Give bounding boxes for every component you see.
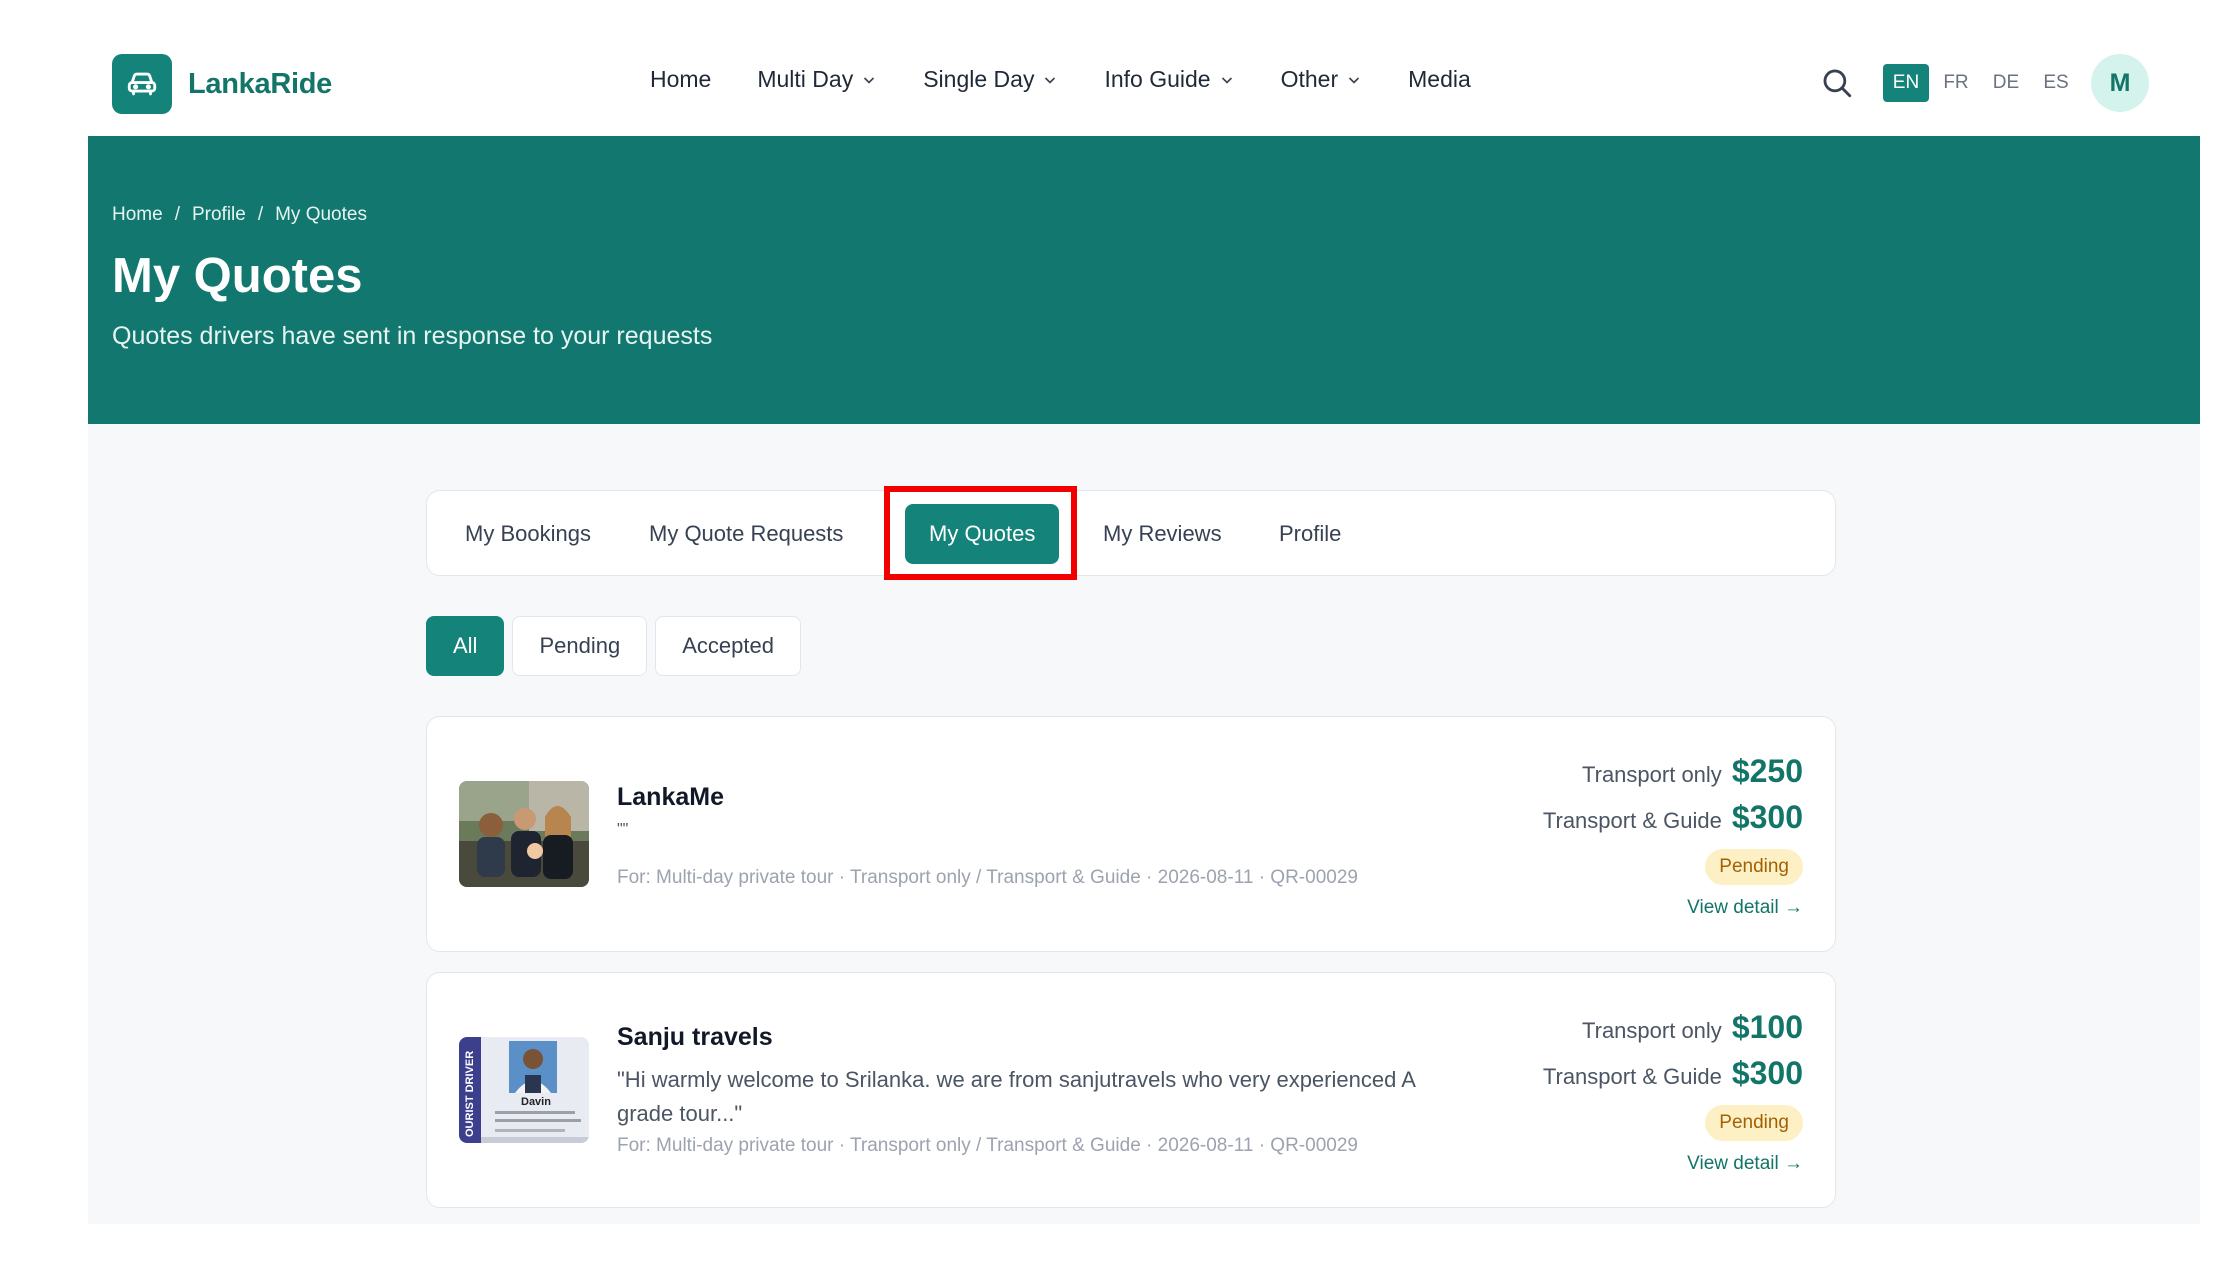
chevron-down-icon bbox=[1045, 76, 1056, 84]
quote-card: OURIST DRIVER Davin Sanju travels "Hi wa… bbox=[426, 972, 1836, 1208]
guide-label: Transport & Guide bbox=[1542, 1064, 1722, 1089]
id-card-name: Davin bbox=[521, 1096, 551, 1108]
transport-price-row: Transport only $100 bbox=[1543, 1009, 1803, 1055]
tab-my-reviews[interactable]: My Reviews bbox=[1103, 491, 1222, 577]
profile-tabs: My Bookings My Quote Requests My Quotes … bbox=[426, 490, 1836, 576]
chevron-down-icon bbox=[864, 76, 875, 84]
guide-label: Transport & Guide bbox=[1542, 808, 1722, 833]
nav-media[interactable]: Media bbox=[1408, 66, 1471, 93]
status-filters: All Pending Accepted bbox=[426, 616, 801, 676]
filter-all[interactable]: All bbox=[426, 616, 505, 676]
guide-price-row: Transport & Guide $300 bbox=[1543, 1055, 1803, 1101]
page-subtitle: Quotes drivers have sent in response to … bbox=[112, 322, 713, 350]
breadcrumb-home[interactable]: Home bbox=[112, 204, 163, 226]
lang-fr[interactable]: FR bbox=[1935, 64, 1977, 102]
chevron-down-icon bbox=[1221, 76, 1232, 84]
guide-price: $300 bbox=[1731, 1055, 1803, 1091]
breadcrumb-profile[interactable]: Profile bbox=[192, 204, 246, 226]
transport-price: $250 bbox=[1731, 753, 1803, 789]
breadcrumb-separator: / bbox=[174, 204, 180, 225]
lang-es[interactable]: ES bbox=[2035, 64, 2077, 102]
main-content: My Bookings My Quote Requests My Quotes … bbox=[88, 424, 2200, 1224]
breadcrumb: Home / Profile / My Quotes bbox=[112, 204, 367, 226]
nav-multi-day[interactable]: Multi Day bbox=[757, 66, 877, 93]
car-icon bbox=[112, 54, 172, 114]
lang-en[interactable]: EN bbox=[1883, 64, 1929, 102]
user-avatar[interactable]: M bbox=[2091, 54, 2149, 112]
tab-profile[interactable]: Profile bbox=[1279, 491, 1341, 577]
search-icon[interactable] bbox=[1820, 66, 1854, 100]
price-block: Transport only $100 Transport & Guide $3… bbox=[1543, 1009, 1803, 1175]
status-badge: Pending bbox=[1705, 1105, 1803, 1141]
driver-name: Sanju travels bbox=[617, 1023, 773, 1051]
chevron-down-icon bbox=[1349, 76, 1360, 84]
filter-pending[interactable]: Pending bbox=[512, 616, 648, 676]
view-detail-link[interactable]: View detail → bbox=[1543, 897, 1803, 919]
quote-meta: For: Multi-day private tour · Transport … bbox=[617, 1135, 1358, 1156]
quote-message: "Hi warmly welcome to Srilanka. we are f… bbox=[617, 1067, 1415, 1126]
page-title: My Quotes bbox=[112, 249, 363, 303]
id-card-side-text: OURIST DRIVER bbox=[464, 1051, 476, 1137]
status-badge: Pending bbox=[1705, 849, 1803, 885]
view-detail-link[interactable]: View detail → bbox=[1543, 1153, 1803, 1175]
driver-photo bbox=[459, 781, 589, 887]
filter-accepted[interactable]: Accepted bbox=[655, 616, 801, 676]
guide-price-row: Transport & Guide $300 bbox=[1543, 799, 1803, 845]
quote-message: "" bbox=[617, 821, 629, 838]
quote-card: LankaMe "" For: Multi-day private tour ·… bbox=[426, 716, 1836, 952]
guide-price: $300 bbox=[1731, 799, 1803, 835]
tab-my-quotes[interactable]: My Quotes bbox=[905, 504, 1060, 564]
quote-meta: For: Multi-day private tour · Transport … bbox=[617, 867, 1358, 888]
breadcrumb-current: My Quotes bbox=[275, 204, 367, 225]
transport-label: Transport only bbox=[1582, 762, 1722, 787]
driver-id-photo: OURIST DRIVER Davin bbox=[459, 1037, 589, 1143]
brand-name: LankaRide bbox=[188, 67, 332, 100]
nav-single-day[interactable]: Single Day bbox=[923, 66, 1058, 93]
breadcrumb-separator: / bbox=[257, 204, 264, 225]
transport-price-row: Transport only $250 bbox=[1543, 753, 1803, 799]
site-header: LankaRide Home Multi Day Single Day Info… bbox=[0, 0, 2216, 136]
transport-label: Transport only bbox=[1582, 1018, 1722, 1043]
driver-name: LankaMe bbox=[617, 783, 724, 811]
tab-my-quote-requests[interactable]: My Quote Requests bbox=[649, 491, 843, 577]
nav-home[interactable]: Home bbox=[650, 66, 711, 93]
lang-de[interactable]: DE bbox=[1985, 64, 2027, 102]
transport-price: $100 bbox=[1731, 1009, 1803, 1045]
tab-my-bookings[interactable]: My Bookings bbox=[465, 491, 591, 577]
price-block: Transport only $250 Transport & Guide $3… bbox=[1543, 753, 1803, 919]
main-nav: Home Multi Day Single Day Info Guide Oth… bbox=[650, 66, 1517, 93]
nav-other[interactable]: Other bbox=[1281, 66, 1363, 93]
nav-info-guide[interactable]: Info Guide bbox=[1104, 66, 1234, 93]
page-hero: Home / Profile / My Quotes My Quotes Quo… bbox=[88, 136, 2200, 424]
brand-logo[interactable]: LankaRide bbox=[112, 54, 332, 114]
